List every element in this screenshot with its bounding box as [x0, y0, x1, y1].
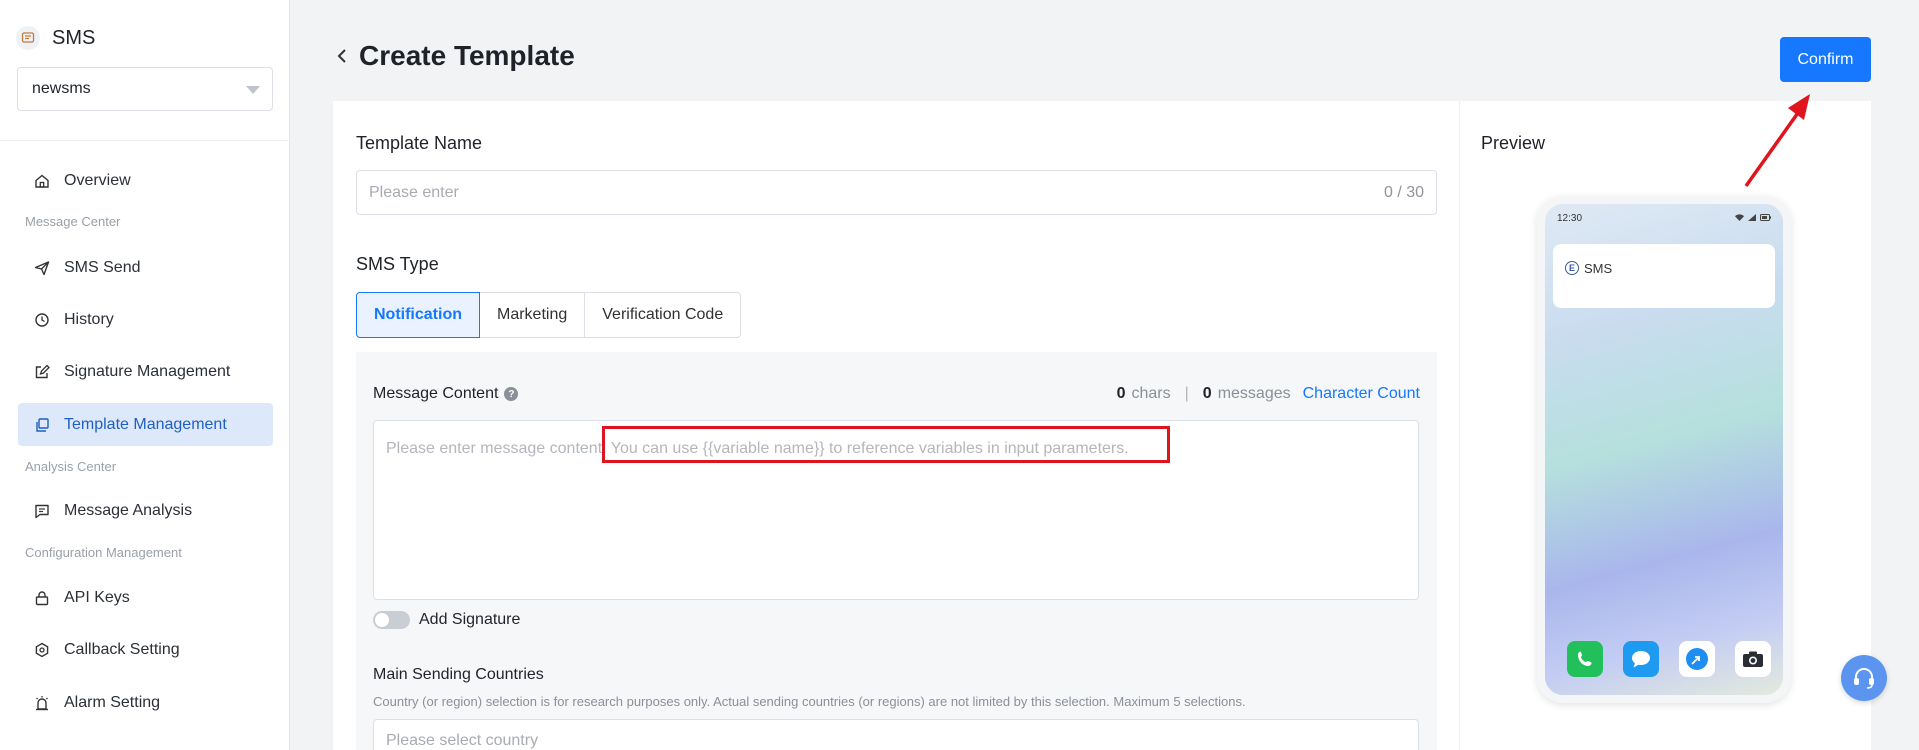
sms-type-selector: Notification Marketing Verification Code — [356, 292, 742, 338]
caret-down-icon — [246, 86, 260, 94]
sms-type-marketing[interactable]: Marketing — [479, 292, 586, 338]
sidebar-item-alarm-setting[interactable]: Alarm Setting — [18, 681, 273, 724]
country-select-placeholder: Please select country — [386, 732, 539, 749]
sidebar-item-template-management[interactable]: Template Management — [18, 403, 273, 446]
chars-count: 0 — [1116, 385, 1126, 402]
template-name-label: Template Name — [356, 133, 483, 153]
alarm-icon — [36, 695, 48, 710]
browser-app-icon — [1679, 641, 1715, 677]
preview-title: Preview — [1481, 133, 1546, 153]
chat-analysis-icon — [35, 504, 49, 518]
add-signature-toggle[interactable] — [373, 611, 410, 629]
messages-count: 0 — [1202, 385, 1212, 402]
app-selector-value: newsms — [32, 80, 91, 97]
sidebar-item-sms-send[interactable]: SMS Send — [18, 246, 273, 289]
nav-group-analysis-center: Analysis Center — [25, 459, 117, 474]
phone-app-icon — [1567, 641, 1603, 677]
confirm-button[interactable]: Confirm — [1780, 37, 1871, 82]
sms-logo-icon — [16, 26, 40, 50]
sidebar-item-overview[interactable]: Overview — [18, 159, 273, 202]
add-signature-row: Add Signature — [373, 611, 520, 629]
character-counter: 0 chars | 0 messages Character Count — [1117, 385, 1420, 403]
counter-separator: | — [1184, 385, 1189, 402]
messages-label: messages — [1217, 385, 1291, 402]
back-chevron-icon[interactable] — [334, 48, 350, 64]
nav-group-configuration: Configuration Management — [25, 545, 182, 560]
sidebar-item-signature-management[interactable]: Signature Management — [18, 350, 273, 393]
help-question-icon[interactable]: ? — [504, 387, 519, 401]
sidebar-item-label: SMS Send — [64, 258, 141, 276]
template-name-placeholder: Please enter — [369, 184, 459, 201]
message-content-label: Message Content ? — [373, 385, 519, 403]
annotation-highlight-box — [602, 426, 1170, 463]
settings-hex-icon — [35, 642, 49, 657]
headset-icon — [1854, 668, 1874, 689]
template-name-input[interactable]: Please enter 0 / 30 — [356, 170, 1437, 215]
sidebar-item-label: History — [64, 310, 114, 328]
status-time: 12:30 — [1557, 213, 1583, 224]
sms-sender-icon: E — [1565, 261, 1579, 275]
nav-group-message-center: Message Center — [25, 214, 121, 229]
message-panel: Message Content ? 0 chars | 0 messages C… — [356, 352, 1437, 750]
status-icons — [1735, 214, 1771, 221]
sidebar: SMS newsms Overview Message Center SMS S… — [0, 0, 290, 750]
home-icon — [35, 174, 49, 188]
sidebar-item-label: Overview — [64, 171, 131, 189]
send-icon — [34, 260, 50, 275]
sms-type-label: SMS Type — [356, 254, 439, 274]
character-count-link[interactable]: Character Count — [1303, 385, 1420, 403]
phone-preview: 12:30 E SMS — [1537, 196, 1791, 703]
country-select[interactable]: Please select country — [373, 719, 1419, 750]
sms-type-notification[interactable]: Notification — [356, 292, 480, 338]
brand-name: SMS — [52, 26, 96, 49]
customer-support-button[interactable] — [1841, 655, 1887, 701]
lock-icon — [35, 590, 49, 605]
battery-icon — [1760, 214, 1771, 221]
app-selector[interactable]: newsms — [17, 67, 273, 111]
template-name-counter: 0 / 30 — [1383, 184, 1424, 201]
countries-hint: Country (or region) selection is for res… — [373, 694, 1246, 709]
sms-type-verification-code[interactable]: Verification Code — [584, 292, 742, 338]
chars-label: chars — [1131, 385, 1171, 402]
history-clock-icon — [35, 312, 49, 327]
sidebar-item-history[interactable]: History — [18, 298, 273, 341]
sidebar-item-label: Alarm Setting — [64, 693, 161, 711]
message-content-label-text: Message Content — [373, 385, 499, 402]
edit-square-icon — [35, 364, 50, 378]
sidebar-item-label: Signature Management — [64, 362, 231, 380]
sidebar-item-label: Message Analysis — [64, 501, 193, 519]
sidebar-item-label: Template Management — [64, 415, 227, 433]
sms-notification-preview: E SMS — [1553, 244, 1775, 308]
sms-sender-name: SMS — [1584, 261, 1613, 276]
sidebar-item-label: Callback Setting — [64, 640, 180, 658]
sidebar-item-api-keys[interactable]: API Keys — [18, 576, 273, 619]
messages-app-icon — [1623, 641, 1659, 677]
signal-icon — [1748, 214, 1756, 221]
sidebar-divider — [0, 140, 290, 141]
countries-label: Main Sending Countries — [373, 666, 544, 683]
copy-icon — [36, 417, 49, 432]
sidebar-item-label: API Keys — [64, 588, 130, 606]
brand: SMS — [16, 26, 95, 50]
sidebar-item-callback-setting[interactable]: Callback Setting — [18, 628, 273, 671]
page-title: Create Template — [359, 40, 575, 71]
camera-app-icon — [1735, 641, 1771, 677]
sidebar-item-message-analysis[interactable]: Message Analysis — [18, 489, 273, 532]
add-signature-label: Add Signature — [419, 611, 521, 628]
phone-dock — [1567, 641, 1771, 677]
annotation-arrow — [1744, 94, 1810, 188]
wifi-icon — [1735, 214, 1744, 221]
